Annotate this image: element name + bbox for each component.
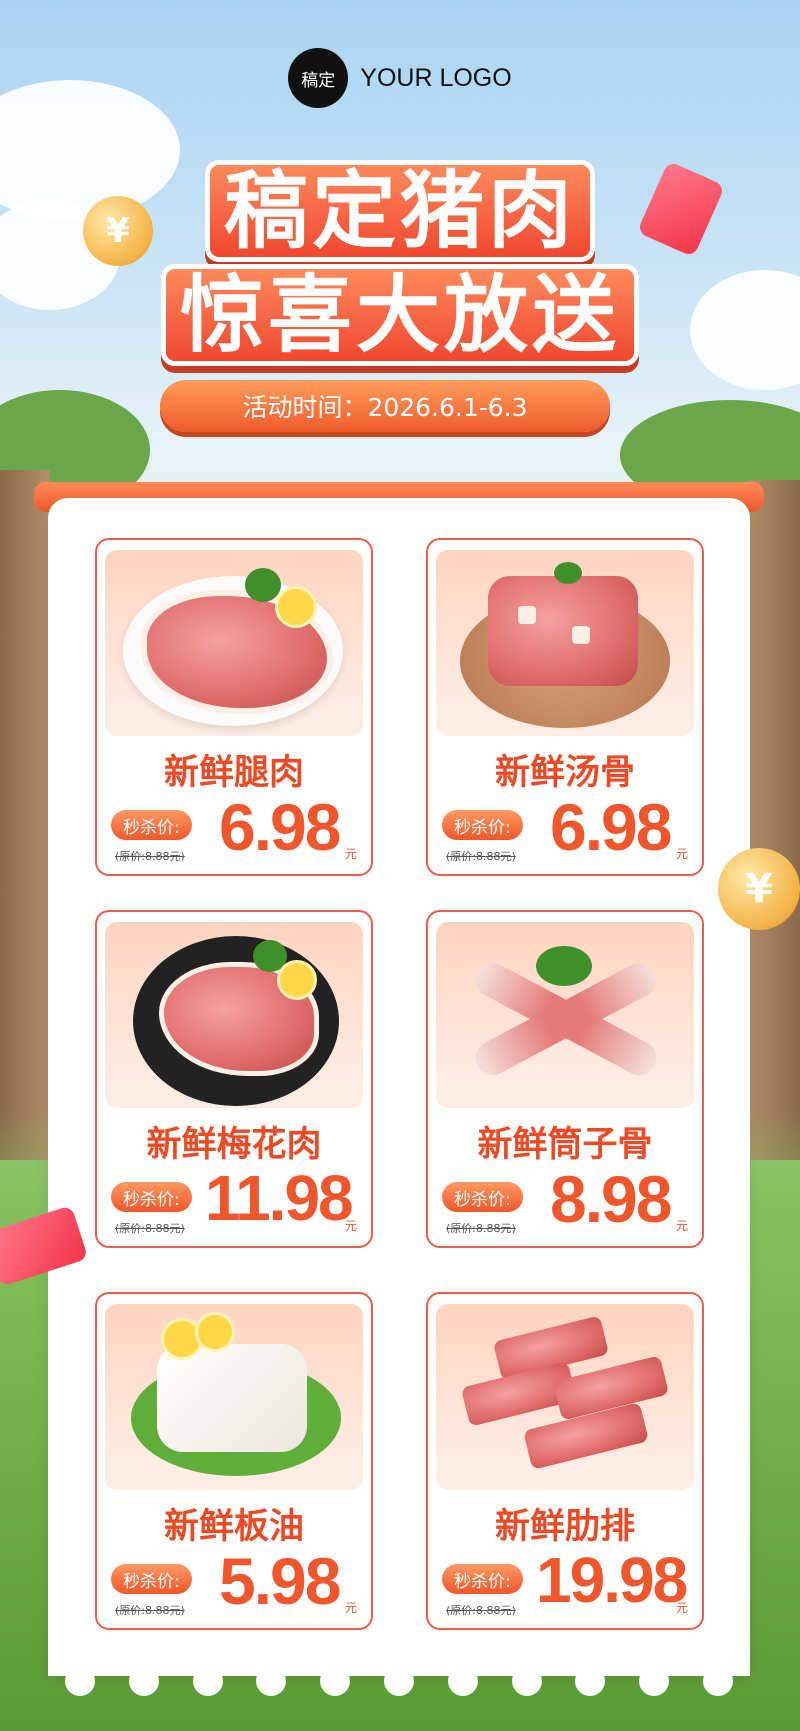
product-card[interactable]: 新鲜腿肉 秒杀价: 6.98 元 (原价:8.88元) <box>95 538 373 876</box>
mint-leaf <box>554 562 582 584</box>
event-date-ribbon: 活动时间：2026.6.1-6.3 <box>160 380 610 432</box>
headline-line-1: 稿定猪肉 <box>0 160 800 262</box>
coin-icon: ¥ <box>718 848 800 930</box>
sale-price: 8.98 <box>550 1162 672 1236</box>
flash-sale-tag: 秒杀价: <box>442 810 523 840</box>
product-card[interactable]: 新鲜梅花肉 秒杀价: 11.98 元 (原价:8.88元) <box>95 910 373 1248</box>
product-name: 新鲜汤骨 <box>494 753 635 793</box>
scallop <box>383 1666 414 1696</box>
leg-pork-image <box>105 550 363 736</box>
product-card[interactable]: 新鲜肋排 秒杀价: 19.98 元 (原价:8.88元) <box>426 1292 704 1630</box>
logo-badge: 稿定 <box>288 48 349 108</box>
scallop <box>320 1666 351 1696</box>
fat-marbling <box>572 626 590 644</box>
scallop <box>639 1666 670 1696</box>
flash-sale-tag: 秒杀价: <box>111 1182 192 1212</box>
price-unit: 元 <box>675 847 688 861</box>
product-name: 新鲜肋排 <box>494 1507 635 1547</box>
leaf-lard <box>157 1344 307 1452</box>
original-price: (原价:8.88元) <box>446 1604 516 1617</box>
original-price: (原价:8.88元) <box>115 1222 185 1235</box>
sale-price: 6.98 <box>550 790 672 864</box>
sale-price: 5.98 <box>219 1544 341 1618</box>
flash-sale-tag: 秒杀价: <box>111 1564 192 1594</box>
scallop <box>447 1666 478 1696</box>
soup-bone-image <box>436 550 694 736</box>
scallop <box>128 1666 159 1696</box>
product-name: 新鲜板油 <box>163 1507 304 1547</box>
leaf-lard-image <box>105 1304 363 1490</box>
wooden-fence-left <box>0 470 50 1160</box>
lemon-slice <box>275 586 317 628</box>
product-name: 新鲜腿肉 <box>163 753 304 793</box>
fat-marbling <box>518 606 536 624</box>
logo-text: YOUR LOGO <box>360 63 512 92</box>
lemon-slice <box>277 960 317 1000</box>
scallop <box>511 1666 542 1696</box>
wooden-fence-right <box>748 480 800 1160</box>
scallop <box>703 1666 734 1696</box>
rib-cubes <box>488 576 638 686</box>
sale-price: 19.98 <box>536 1544 688 1616</box>
headline-line-2: 惊喜大放送 <box>0 264 800 366</box>
spinach-leaf <box>536 946 592 986</box>
original-price: (原价:8.88元) <box>446 850 516 863</box>
pork-collar-image <box>105 922 363 1108</box>
sale-price: 11.98 <box>205 1162 354 1234</box>
flash-sale-tag: 秒杀价: <box>442 1564 523 1594</box>
brand-logo: 稿定 YOUR LOGO <box>0 48 800 108</box>
scallop <box>192 1666 223 1696</box>
price-unit: 元 <box>675 1601 688 1615</box>
sale-price: 6.98 <box>219 790 341 864</box>
marrow-bone-image <box>436 922 694 1108</box>
price-unit: 元 <box>344 1601 357 1615</box>
lemon-slice <box>195 1312 235 1352</box>
product-card[interactable]: 新鲜板油 秒杀价: 5.98 元 (原价:8.88元) <box>95 1292 373 1630</box>
broccoli <box>245 568 281 602</box>
price-unit: 元 <box>344 1219 357 1233</box>
scallop <box>64 1666 95 1696</box>
product-card[interactable]: 新鲜筒子骨 秒杀价: 8.98 元 (原价:8.88元) <box>426 910 704 1248</box>
flash-sale-tag: 秒杀价: <box>442 1182 523 1212</box>
panel-scalloped-edge <box>48 1666 750 1696</box>
original-price: (原价:8.88元) <box>115 1604 185 1617</box>
product-name: 新鲜梅花肉 <box>146 1125 322 1165</box>
original-price: (原价:8.88元) <box>115 850 185 863</box>
product-name: 新鲜筒子骨 <box>477 1125 653 1165</box>
product-card[interactable]: 新鲜汤骨 秒杀价: 6.98 元 (原价:8.88元) <box>426 538 704 876</box>
scallop <box>575 1666 606 1696</box>
scallop <box>256 1666 287 1696</box>
flash-sale-tag: 秒杀价: <box>111 810 192 840</box>
original-price: (原价:8.88元) <box>446 1222 516 1235</box>
spare-ribs-image <box>436 1304 694 1490</box>
price-unit: 元 <box>675 1219 688 1233</box>
price-unit: 元 <box>344 847 357 861</box>
